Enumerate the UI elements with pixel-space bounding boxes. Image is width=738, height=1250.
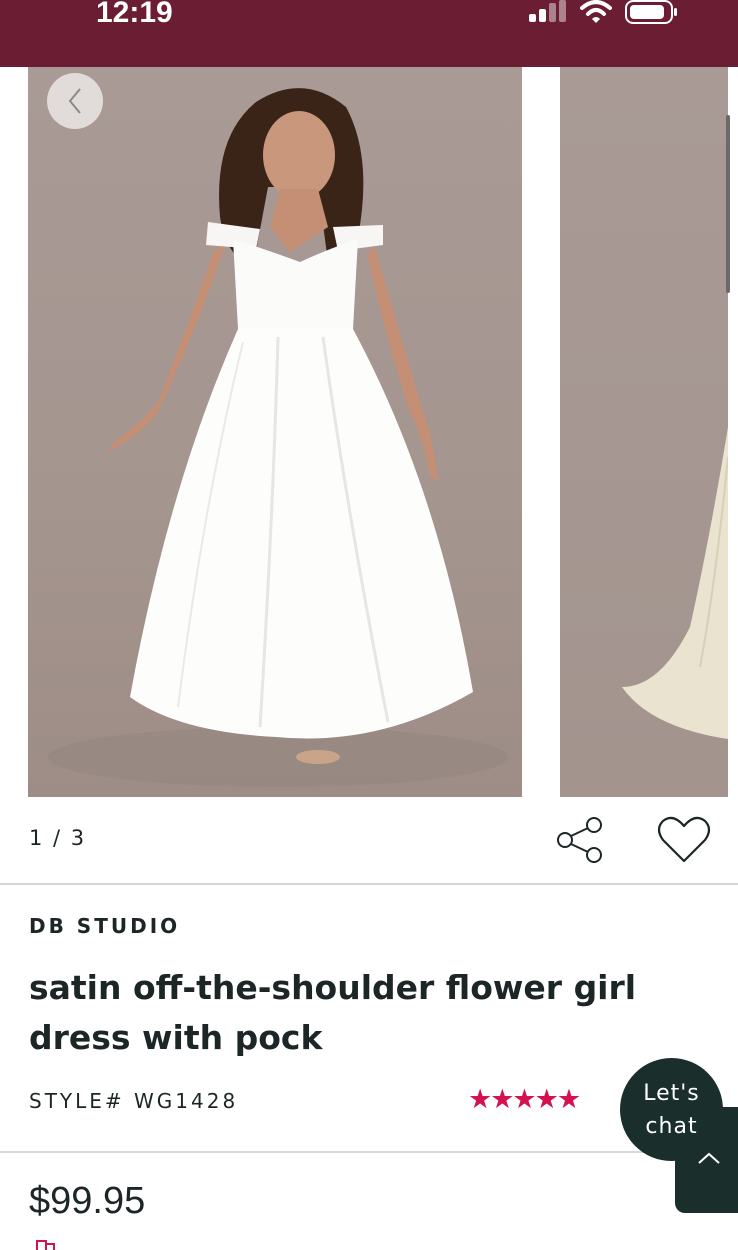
- share-icon[interactable]: [554, 814, 606, 866]
- signal-icon: [529, 0, 566, 22]
- product-price: $99.95: [29, 1180, 146, 1222]
- dress-photo-preview-illustration: [622, 427, 728, 739]
- divider: [0, 1151, 680, 1153]
- style-number: STYLE# WG1428: [29, 1089, 239, 1113]
- wifi-icon: [580, 0, 612, 23]
- chevron-up-icon: [698, 1152, 720, 1164]
- chat-label-line2: chat: [645, 1113, 698, 1139]
- image-counter: 1 / 3: [29, 826, 87, 850]
- previous-image-button[interactable]: [47, 73, 103, 129]
- rating-stars[interactable]: ★★★★★: [468, 1084, 581, 1116]
- scrollbar-thumb[interactable]: [726, 115, 730, 293]
- status-time: 12:19: [96, 0, 173, 29]
- status-bar: 12:19: [0, 0, 738, 67]
- chat-button[interactable]: Let's chat: [620, 1058, 723, 1161]
- chat-label-line1: Let's: [643, 1080, 700, 1106]
- product-image-gallery[interactable]: [0, 67, 738, 797]
- store-icon: [36, 1240, 55, 1250]
- product-image-next[interactable]: [560, 67, 728, 797]
- product-image-main[interactable]: [28, 67, 522, 797]
- heart-icon[interactable]: [657, 815, 711, 865]
- product-brand[interactable]: DB STUDIO: [29, 914, 180, 938]
- battery-icon: [625, 0, 677, 24]
- divider: [0, 883, 738, 885]
- dress-photo-illustration: [48, 88, 508, 787]
- product-title: satin off-the-shoulder flower girl dress…: [29, 968, 637, 1057]
- chevron-left-icon: [68, 88, 81, 114]
